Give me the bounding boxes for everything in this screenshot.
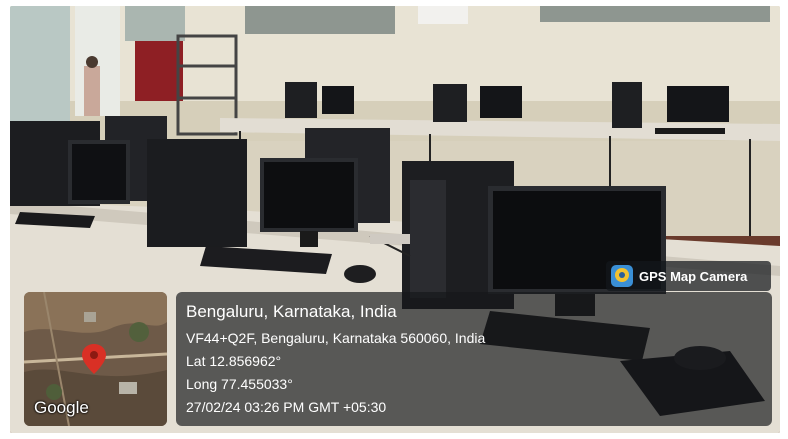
red-notice-board [135, 41, 183, 101]
location-info-panel: Bengaluru, Karnataka, India VF44+Q2F, Be… [176, 292, 772, 426]
tower-left [147, 139, 247, 247]
map-thumbnail: Google [24, 292, 167, 426]
google-attribution: Google [34, 398, 89, 417]
latitude-line: Lat 12.856962° [186, 353, 282, 369]
badge-label: GPS Map Camera [639, 268, 748, 284]
address-line: VF44+Q2F, Bengaluru, Karnataka 560060, I… [186, 330, 486, 346]
gps-map-camera-logo-icon [611, 265, 633, 287]
timestamp-line: 27/02/24 03:26 PM GMT +05:30 [186, 399, 387, 415]
gps-map-camera-badge: GPS Map Camera [606, 261, 771, 291]
window [10, 6, 70, 126]
city-line: Bengaluru, Karnataka, India [186, 302, 397, 321]
longitude-line: Long 77.455033° [186, 376, 293, 392]
photo: GPS Map Camera Google Bengaluru, Karnata… [0, 0, 788, 439]
